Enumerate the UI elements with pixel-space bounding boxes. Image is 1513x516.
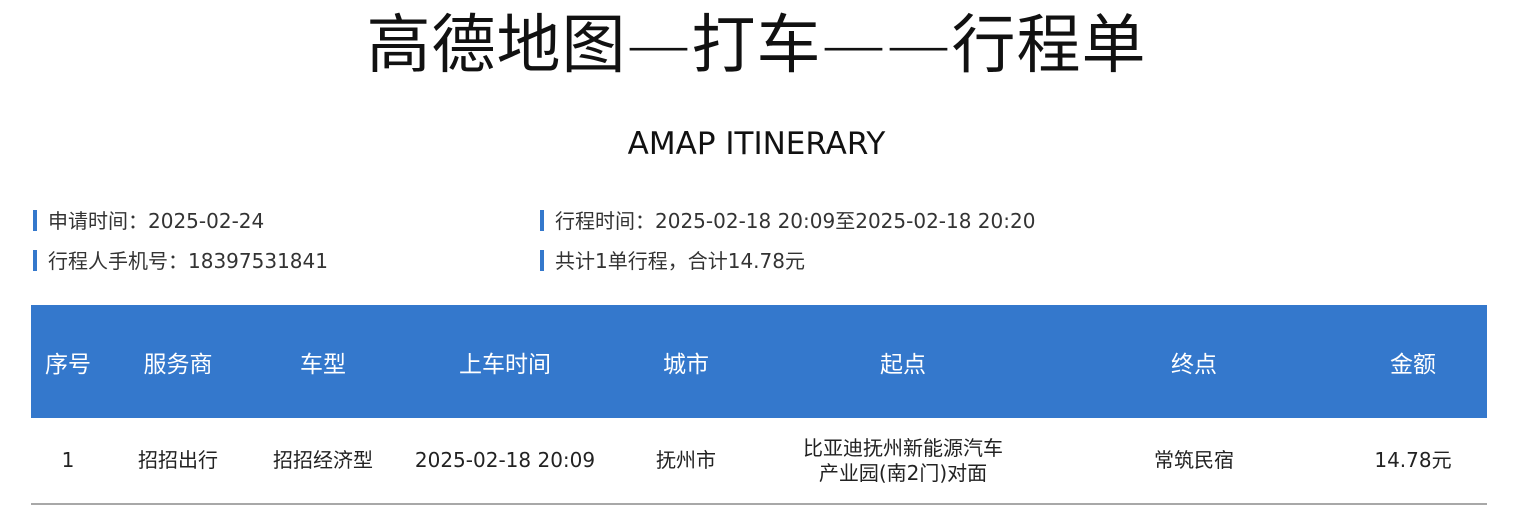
- accent-bar: [540, 250, 544, 271]
- header-amount: 金额: [1390, 351, 1436, 378]
- total-text: 共计1单行程，合计14.78元: [555, 249, 805, 273]
- header-city: 城市: [663, 351, 709, 378]
- cell-provider: 招招出行: [138, 448, 218, 472]
- trip-time-text: 行程时间：2025-02-18 20:09至2025-02-18 20:20: [555, 209, 1036, 233]
- cell-index: 1: [61, 448, 75, 472]
- cell-start-text: 比亚迪抚州新能源汽车产业园(南2门)对面: [803, 435, 1003, 485]
- accent-bar: [540, 210, 544, 231]
- cell-car-type: 招招经济型: [273, 448, 373, 472]
- phone-text: 行程人手机号：18397531841: [48, 249, 328, 273]
- header-end: 终点: [1171, 351, 1217, 378]
- header-provider: 服务商: [143, 351, 213, 378]
- header-index: 序号: [45, 351, 91, 378]
- accent-bar: [33, 210, 37, 231]
- table-header: 序号 服务商 车型 上车时间 城市 起点 终点 金额: [31, 305, 1487, 418]
- page-title: 高德地图—打车——行程单: [366, 9, 1147, 83]
- header-start: 起点: [880, 351, 926, 378]
- cell-start: 比亚迪抚州新能源汽车产业园(南2门)对面: [757, 418, 1049, 503]
- cell-amount: 14.78元: [1374, 448, 1452, 472]
- table-row: 1 招招出行 招招经济型 2025-02-18 20:09 抚州市 比亚迪抚州新…: [31, 418, 1487, 503]
- accent-bar: [33, 250, 37, 271]
- page-subtitle: AMAP ITINERARY: [627, 126, 886, 162]
- cell-end: 常筑民宿: [1154, 448, 1234, 472]
- header-car-type: 车型: [300, 351, 346, 378]
- itinerary-table: 序号 服务商 车型 上车时间 城市 起点 终点 金额 1 招招出行 招招经济型 …: [31, 305, 1487, 505]
- cell-city: 抚州市: [656, 448, 716, 472]
- header-pickup-time: 上车时间: [459, 351, 551, 378]
- cell-pickup-time: 2025-02-18 20:09: [414, 448, 596, 472]
- apply-time-text: 申请时间：2025-02-24: [48, 209, 265, 233]
